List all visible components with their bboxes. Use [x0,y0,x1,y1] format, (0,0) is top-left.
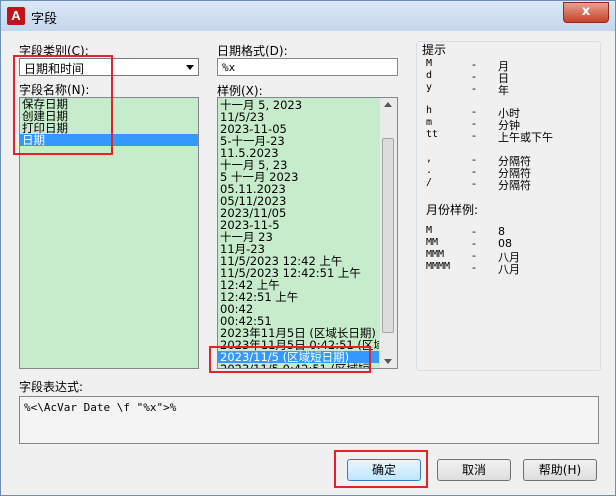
help-button[interactable]: 帮助(H) [523,459,597,481]
hint-key: , [426,153,433,164]
hint-key: / [426,177,433,188]
hint-key: d [426,70,433,81]
field-expression-box[interactable]: %<\AcVar Date \f "%x">% [19,396,599,444]
highlight-box-example [209,346,371,373]
scroll-down-icon[interactable] [384,359,392,364]
scroll-thumb[interactable] [382,138,394,333]
field-dialog: A 字段 x 字段类别(C): 日期和时间 字段名称(N): 保存日期 创建日期打… [0,0,616,496]
hint-key: MMM [426,249,445,260]
cancel-button[interactable]: 取消 [437,459,511,481]
hint-key: m [426,117,433,128]
date-format-label: 日期格式(D): [217,44,288,58]
examples-scrollbar[interactable] [379,98,397,368]
chevron-down-icon [186,65,194,70]
hint-key: . [426,165,433,176]
hint-key: MM [426,237,439,248]
field-expression-label: 字段表达式: [19,380,84,394]
examples-list[interactable]: 十一月 5, 2023 11/5/23 2023-11-05 5-十一月-23 11.5… [217,97,398,369]
hint-key: y [426,82,433,93]
hint-dash: - [472,261,476,274]
hint-dash: - [472,177,476,190]
month-examples-label: 月份样例: [426,203,479,217]
hint-key: M [426,58,433,69]
field-expression-value: %<\AcVar Date \f "%x">% [24,401,177,414]
date-format-value: %x [222,61,236,74]
highlight-box-ok [334,450,428,488]
scroll-up-icon[interactable] [384,102,392,107]
title-bar[interactable]: A 字段 x [1,1,615,31]
hint-key: M [426,225,433,236]
date-format-input[interactable]: %x [217,58,398,76]
dialog-title: 字段 [31,12,58,27]
hint-desc: 分隔符 [498,179,531,192]
close-button[interactable]: x [563,2,609,23]
hint-key: tt [426,129,439,140]
autocad-logo-icon: A [7,7,25,25]
hint-desc: 八月 [498,263,520,276]
hint-key: h [426,105,433,116]
hint-desc: 上午或下午 [498,131,553,144]
hint-dash: - [472,129,476,142]
hint-key: MMMM [426,261,451,272]
examples-items: 十一月 5, 2023 11/5/23 2023-11-05 5-十一月-23 11.5… [218,99,381,368]
highlight-box-category [13,55,113,155]
hint-dash: - [472,82,476,95]
hint-desc: 年 [498,84,509,97]
